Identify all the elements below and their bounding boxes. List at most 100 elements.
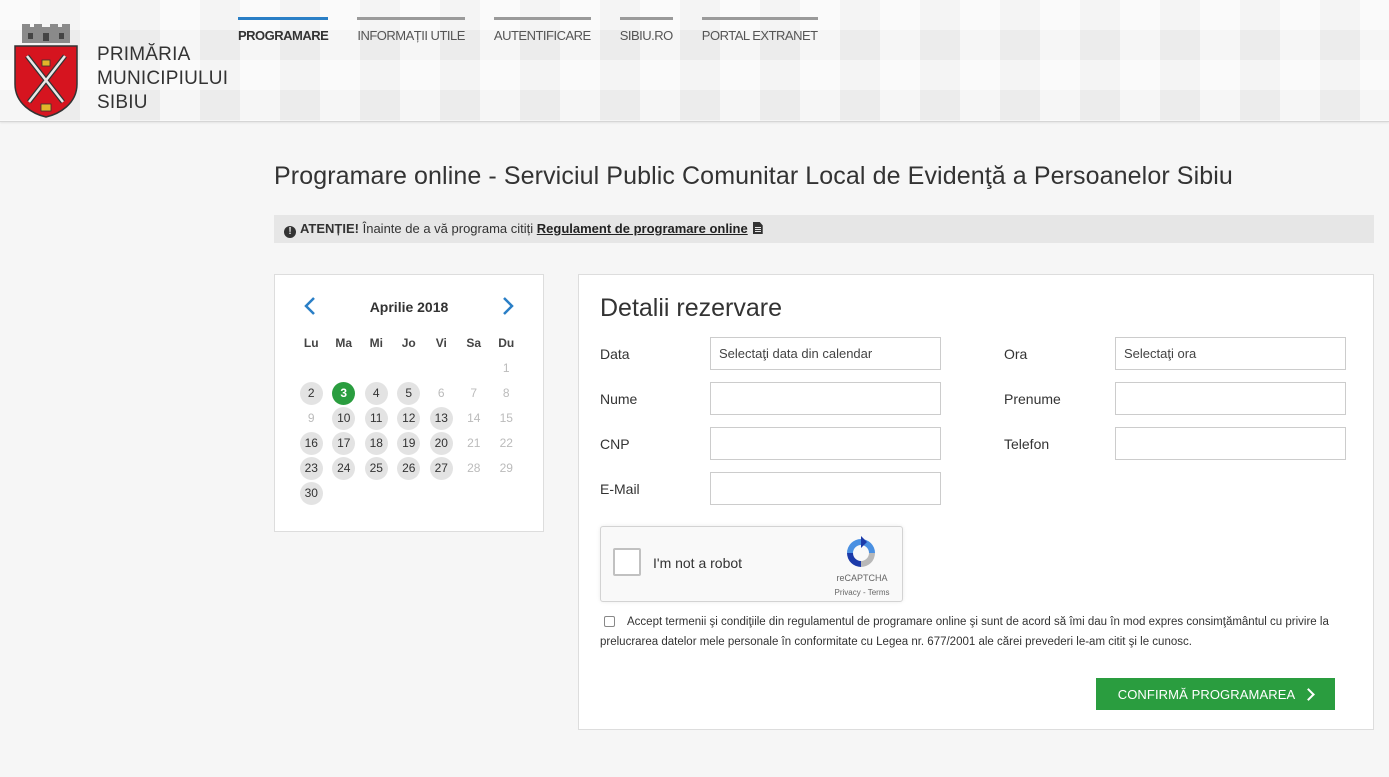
calendar-day[interactable]: 27 [425, 456, 458, 481]
brand-line-1: PRIMĂRIA [97, 44, 191, 65]
recaptcha-checkbox[interactable] [613, 548, 641, 576]
calendar-day-number: 22 [499, 436, 513, 450]
calendar-day[interactable]: 16 [295, 431, 328, 456]
calendar-day-number: 7 [470, 386, 478, 400]
calendar-day: 21 [458, 431, 491, 456]
calendar-day-number: 2 [299, 382, 323, 405]
calendar-day-number: 28 [467, 461, 481, 475]
site-brand[interactable]: PRIMĂRIA MUNICIPIULUI SIBIU [97, 43, 228, 115]
calendar-day[interactable]: 20 [425, 431, 458, 456]
calendar-day-number: 29 [499, 461, 513, 475]
calendar-day[interactable]: 5 [393, 381, 426, 406]
email-input[interactable] [710, 472, 941, 505]
calendar-day: 9 [295, 406, 328, 431]
cnp-label: CNP [600, 436, 630, 452]
recaptcha-privacy-terms-link[interactable]: Privacy - Terms [823, 588, 901, 597]
calendar-day-number: 3 [332, 382, 356, 405]
coat-of-arms-logo[interactable] [13, 24, 79, 118]
recaptcha-widget: I'm not a robot reCAPTCHA Privacy - Term… [600, 526, 903, 602]
calendar-day[interactable]: 25 [360, 456, 393, 481]
regulament-link-label: Regulament de programare online [536, 221, 748, 236]
calendar-day-number: 11 [364, 407, 388, 430]
calendar-empty-cell [295, 356, 328, 381]
cnp-input[interactable] [710, 427, 941, 460]
calendar-empty-cell [360, 481, 393, 506]
ora-label: Ora [1004, 346, 1028, 362]
calendar-day[interactable]: 3 [328, 381, 361, 406]
calendar-day[interactable]: 19 [393, 431, 426, 456]
calendar-day-number: 26 [397, 457, 421, 480]
prenume-input[interactable] [1115, 382, 1346, 415]
calendar-day-number: 17 [332, 432, 356, 455]
calendar-day[interactable]: 30 [295, 481, 328, 506]
panel-title: Detalii rezervare [600, 294, 783, 322]
calendar-empty-cell [458, 481, 491, 506]
nume-input[interactable] [710, 382, 941, 415]
calendar-day-number: 21 [467, 436, 481, 450]
time-input[interactable] [1115, 337, 1346, 370]
page-title: Programare online - Serviciul Public Com… [274, 162, 1233, 190]
calendar-day-number: 25 [364, 457, 388, 480]
chevron-right-icon[interactable] [499, 295, 517, 317]
nav-item-informatii-utile[interactable]: INFORMAȚII UTILE [357, 17, 465, 57]
calendar-day[interactable]: 13 [425, 406, 458, 431]
telefon-input[interactable] [1115, 427, 1346, 460]
calendar-day-number: 5 [397, 382, 421, 405]
reservation-panel: Detalii rezervare Data Ora Nume Prenume … [578, 274, 1374, 730]
calendar-day-number: 19 [397, 432, 421, 455]
calendar-day[interactable]: 10 [328, 406, 361, 431]
calendar-day: 7 [458, 381, 491, 406]
calendar-day[interactable]: 17 [328, 431, 361, 456]
calendar-empty-cell [328, 356, 361, 381]
calendar-day-number: 15 [499, 411, 513, 425]
nav-item-programare[interactable]: PROGRAMARE [238, 17, 329, 57]
recaptcha-brand: reCAPTCHA [836, 573, 888, 583]
calendar-day[interactable]: 2 [295, 381, 328, 406]
recaptcha-logo-icon [847, 536, 875, 567]
regulament-link[interactable]: Regulament de programare online [537, 221, 748, 236]
calendar-day-number: 30 [299, 482, 323, 505]
brand-line-3: SIBIU [97, 92, 148, 113]
calendar-empty-cell [393, 481, 426, 506]
calendar-day-number: 27 [429, 457, 453, 480]
nav-item-portal-extranet[interactable]: PORTAL EXTRANET [701, 17, 818, 57]
terms-checkbox[interactable] [604, 616, 615, 627]
calendar-day[interactable]: 26 [393, 456, 426, 481]
weekday-label: Lu [303, 336, 319, 350]
telefon-label: Telefon [1004, 436, 1050, 452]
calendar-day: 14 [458, 406, 491, 431]
calendar-day[interactable]: 11 [360, 406, 393, 431]
notice-text: Înainte de a vă programa citiți [362, 221, 534, 236]
data-label: Data [600, 346, 630, 362]
notice-strong: ATENȚIE! [300, 221, 359, 236]
calendar-day-number: 14 [467, 411, 481, 425]
calendar-day[interactable]: 24 [328, 456, 361, 481]
notice-bar: ! ATENȚIE! Înainte de a vă programa citiț… [274, 215, 1374, 243]
calendar-day[interactable]: 23 [295, 456, 328, 481]
nume-label: Nume [600, 391, 638, 407]
calendar-day-number: 1 [502, 361, 510, 375]
calendar-day-number: 6 [437, 386, 445, 400]
calendar-day-number: 13 [429, 407, 453, 430]
weekday-label: Vi [435, 336, 447, 350]
calendar-empty-cell [490, 481, 523, 506]
weekday-label: Jo [401, 336, 416, 350]
calendar-day[interactable]: 4 [360, 381, 393, 406]
calendar-empty-cell [328, 481, 361, 506]
calendar-empty-cell [393, 356, 426, 381]
calendar-day[interactable]: 12 [393, 406, 426, 431]
file-text-icon [752, 222, 763, 234]
exclamation-circle-icon: ! [284, 226, 296, 238]
calendar-empty-cell [425, 356, 458, 381]
nav-item-autentificare[interactable]: AUTENTIFICARE [493, 17, 591, 57]
weekday-label: Ma [335, 336, 353, 350]
calendar-day-number: 20 [429, 432, 453, 455]
calendar-day[interactable]: 18 [360, 431, 393, 456]
site-header: PRIMĂRIA MUNICIPIULUI SIBIU PROGRAMARE I… [0, 0, 1389, 122]
confirm-button[interactable]: CONFIRMĂ PROGRAMAREA [1096, 678, 1335, 710]
nav-item-sibiu-ro[interactable]: SIBIU.RO [619, 17, 673, 57]
calendar-day: 28 [458, 456, 491, 481]
brand-line-2: MUNICIPIULUI [97, 68, 229, 89]
confirm-button-label: CONFIRMĂ PROGRAMAREA [1117, 686, 1296, 702]
date-input[interactable] [710, 337, 941, 370]
